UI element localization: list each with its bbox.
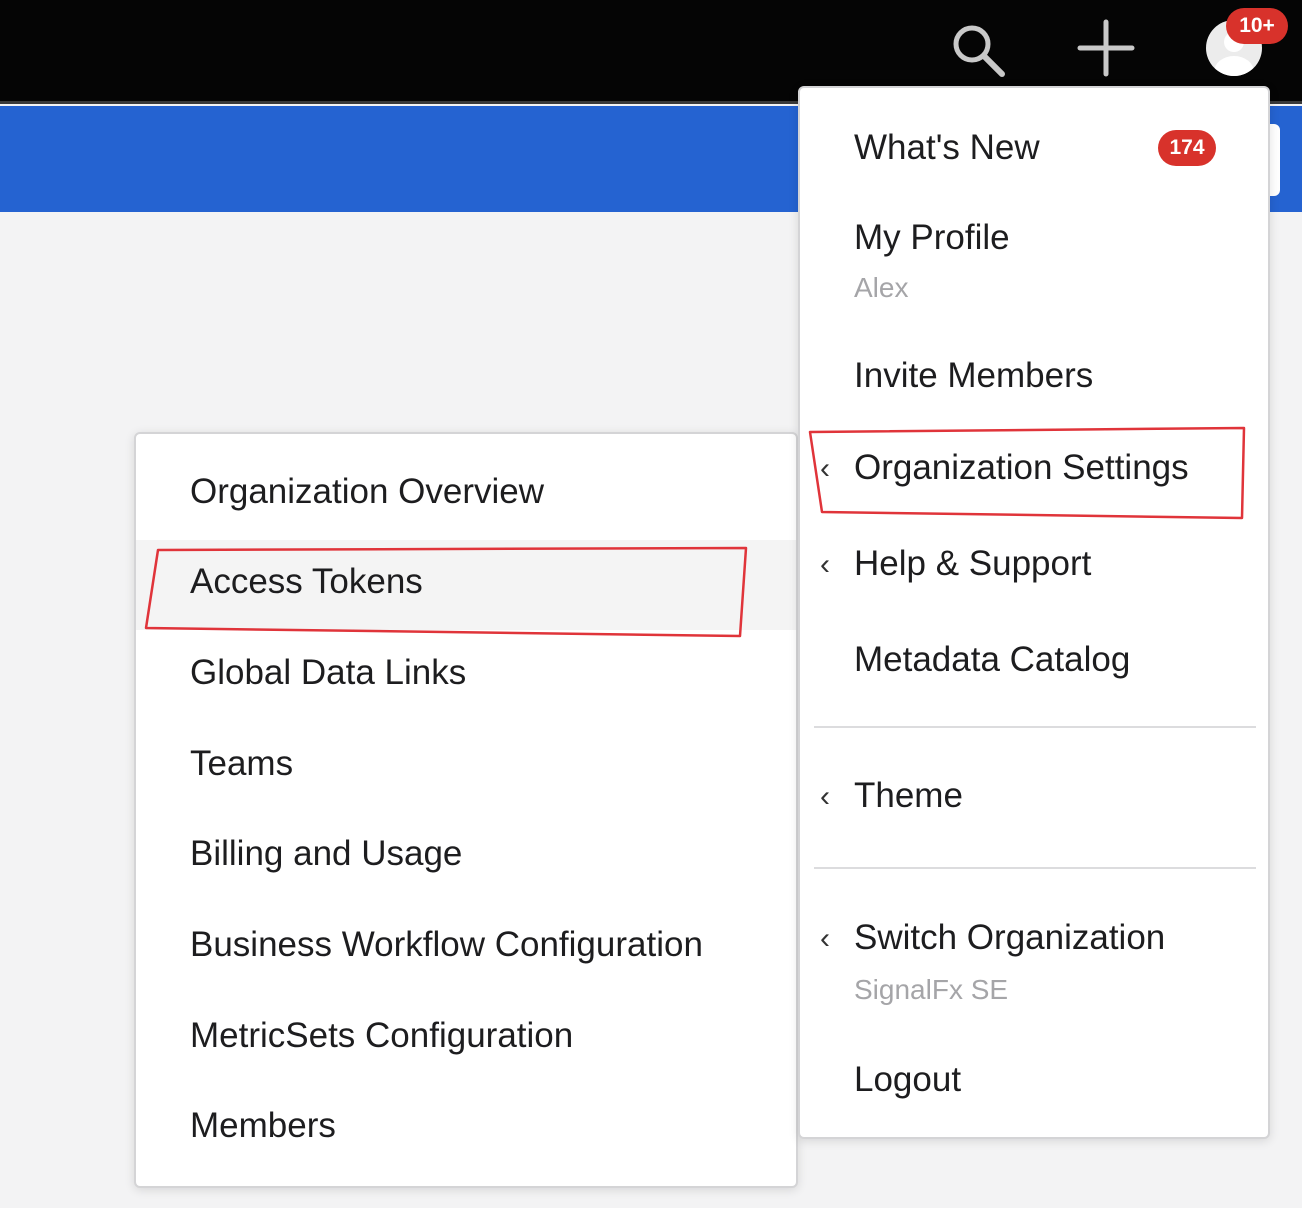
search-icon[interactable] xyxy=(946,18,1010,82)
chevron-left-icon: ‹ xyxy=(820,452,830,485)
organization-settings-submenu: Organization Overview Access Tokens Glob… xyxy=(134,432,798,1188)
user-dropdown-menu: What's New 174 My Profile Alex Invite Me… xyxy=(798,86,1270,1139)
menu-item-billing-and-usage[interactable]: Billing and Usage xyxy=(136,812,796,902)
menu-item-logout[interactable]: Logout xyxy=(800,1038,1268,1122)
menu-item-teams[interactable]: Teams xyxy=(136,722,796,812)
menu-item-help-support[interactable]: ‹ Help & Support xyxy=(800,522,1268,606)
menu-item-organization-settings[interactable]: ‹ Organization Settings xyxy=(800,426,1268,510)
menu-item-label: What's New xyxy=(854,128,1040,167)
menu-item-label: Metadata Catalog xyxy=(854,640,1131,679)
whats-new-count-badge: 174 xyxy=(1158,130,1216,166)
menu-item-label: Business Workflow Configuration xyxy=(190,925,703,964)
chevron-left-icon: ‹ xyxy=(820,780,830,813)
menu-item-label: Global Data Links xyxy=(190,653,467,692)
current-organization-name: SignalFx SE xyxy=(854,974,1009,1005)
menu-item-business-workflow-configuration[interactable]: Business Workflow Configuration xyxy=(136,903,796,993)
menu-item-label: Access Tokens xyxy=(190,562,423,601)
menu-divider xyxy=(814,867,1256,869)
menu-item-metadata-catalog[interactable]: Metadata Catalog xyxy=(800,618,1268,702)
chevron-left-icon: ‹ xyxy=(820,922,830,955)
menu-item-label: Organization Overview xyxy=(190,472,545,511)
notification-badge: 10+ xyxy=(1226,8,1288,44)
menu-item-label: Members xyxy=(190,1106,336,1145)
menu-item-metricsets-configuration[interactable]: MetricSets Configuration xyxy=(136,994,796,1084)
chevron-left-icon: ‹ xyxy=(820,548,830,581)
menu-item-global-data-links[interactable]: Global Data Links xyxy=(136,631,796,721)
menu-item-label: Help & Support xyxy=(854,544,1092,583)
menu-item-label: Invite Members xyxy=(854,356,1094,395)
menu-item-label: Theme xyxy=(854,776,963,815)
menu-item-label: MetricSets Configuration xyxy=(190,1016,574,1055)
menu-item-access-tokens[interactable]: Access Tokens xyxy=(136,540,796,630)
menu-item-my-profile[interactable]: My Profile Alex xyxy=(800,200,1268,310)
menu-item-label: Billing and Usage xyxy=(190,834,463,873)
menu-item-label: Logout xyxy=(854,1060,962,1099)
user-avatar-button[interactable]: 10+ xyxy=(1200,8,1288,84)
menu-item-label: Organization Settings xyxy=(854,448,1189,487)
plus-icon[interactable] xyxy=(1074,16,1138,80)
menu-item-theme[interactable]: ‹ Theme xyxy=(800,754,1268,838)
menu-item-whats-new[interactable]: What's New 174 xyxy=(800,106,1268,190)
menu-divider xyxy=(814,726,1256,728)
menu-item-organization-overview[interactable]: Organization Overview xyxy=(136,450,796,540)
menu-item-label: Switch Organization xyxy=(854,918,1166,957)
menu-item-label: My Profile xyxy=(854,218,1010,257)
menu-item-label: Teams xyxy=(190,744,294,783)
menu-item-switch-organization[interactable]: ‹ Switch Organization SignalFx SE xyxy=(800,896,1268,1010)
menu-item-invite-members[interactable]: Invite Members xyxy=(800,334,1268,418)
menu-item-members[interactable]: Members xyxy=(136,1084,796,1174)
profile-username: Alex xyxy=(854,272,909,303)
